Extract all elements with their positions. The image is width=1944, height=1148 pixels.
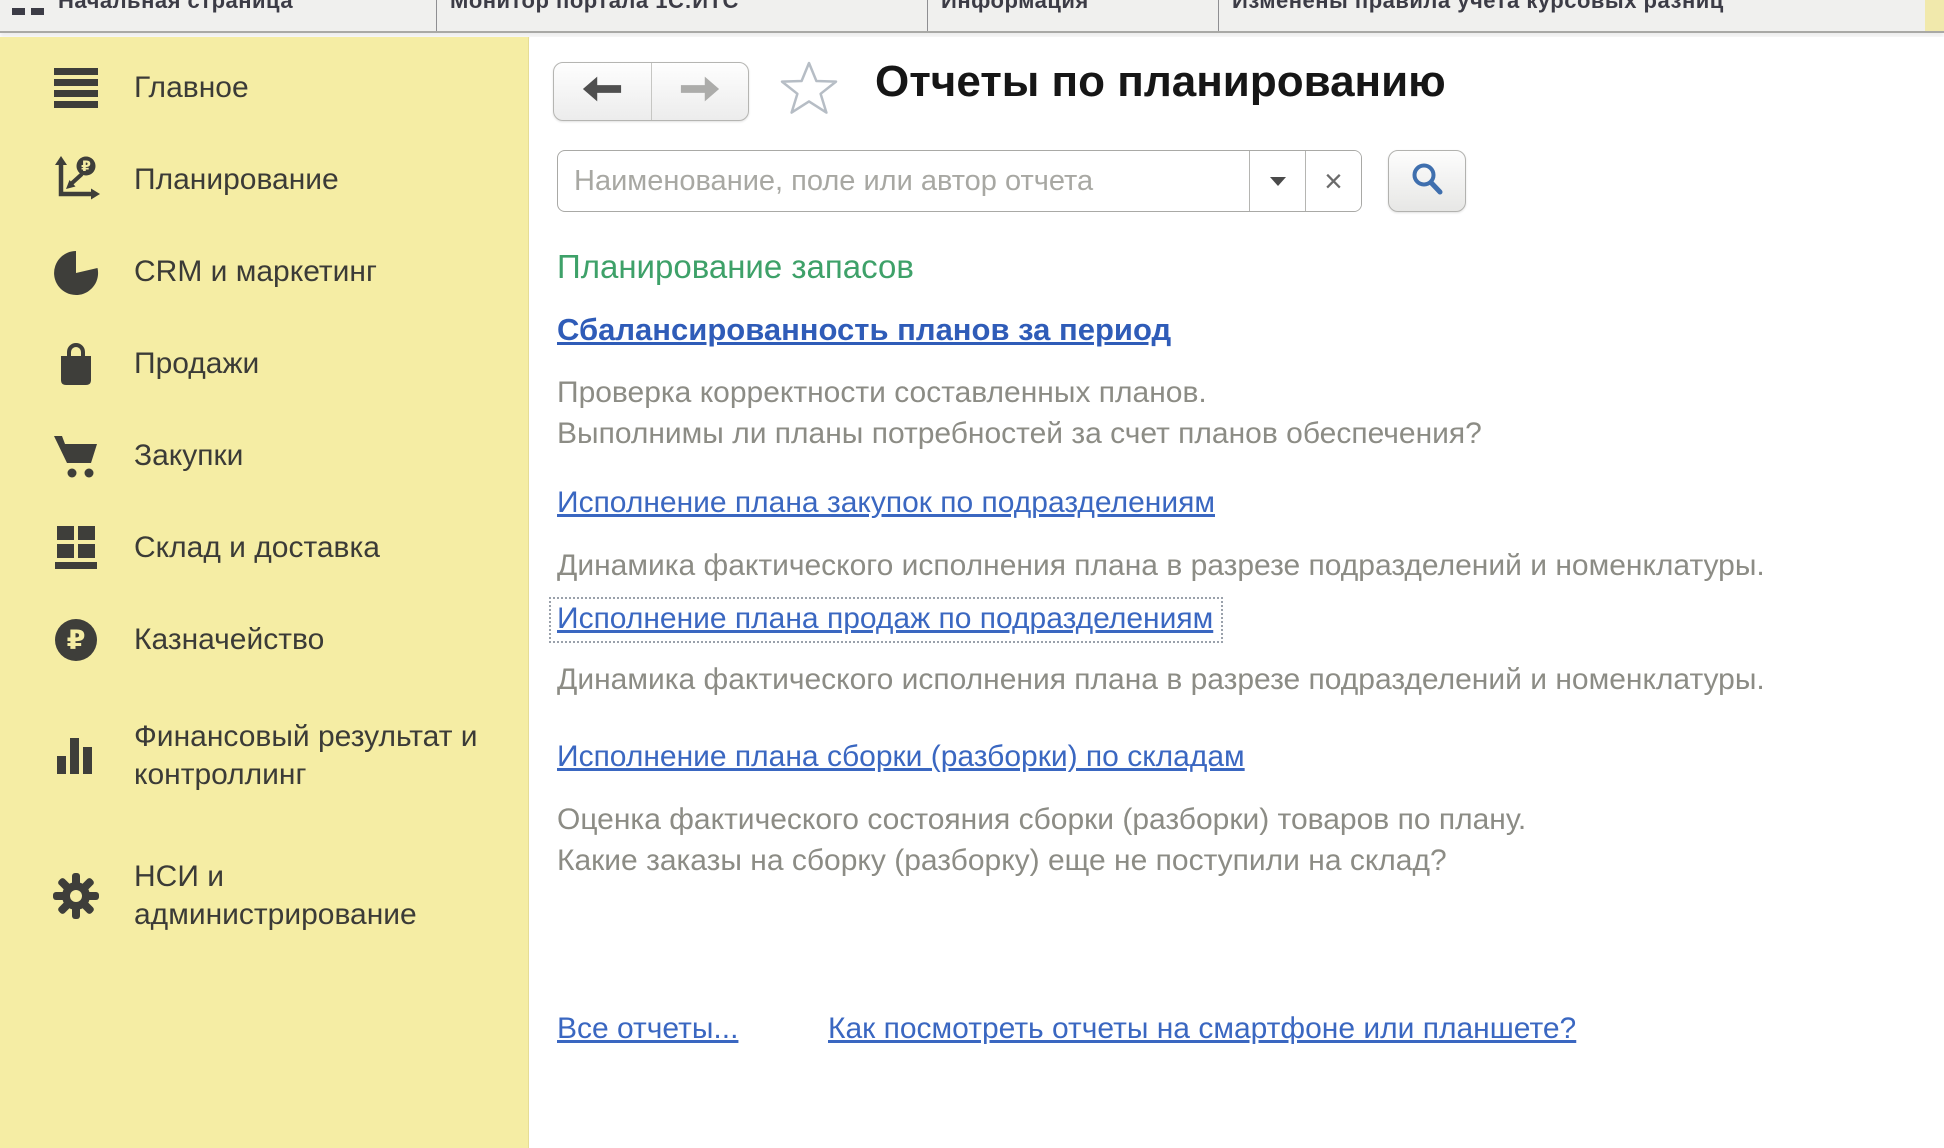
search-dropdown-button[interactable] [1249,151,1305,211]
section-title: Планирование запасов [557,248,914,286]
sidebar-item-label: Казначейство [134,621,324,659]
finance-bars-icon [50,732,102,780]
tab-label: Информация [941,0,1089,14]
footer-links: Все отчеты... Как посмотреть отчеты на с… [557,1012,738,1046]
gear-icon [50,872,102,920]
sidebar-item-planning[interactable]: ₽ Планирование [0,134,528,226]
sidebar-item-treasury[interactable]: ₽ Казначейство [0,594,528,686]
app-window: Начальная страница Монитор портала 1С:ИТ… [0,0,1944,1148]
main-area: Отчеты по планированию × Планирование за… [530,37,1944,1148]
report-link-assembly-plan-execution[interactable]: Исполнение плана сборки (разборки) по ск… [557,740,1245,774]
tab-home[interactable]: Начальная страница [0,0,437,31]
history-nav [553,62,749,121]
back-button[interactable] [554,63,652,120]
sidebar-item-warehouse[interactable]: Склад и доставка [0,502,528,594]
report-description: Оценка фактического состояния сборки (ра… [557,799,1526,881]
purchases-cart-icon [50,432,102,480]
sidebar-item-label: НСИ и администрирование [134,858,417,934]
sidebar-item-administration[interactable]: НСИ и администрирование [0,826,528,966]
report-description: Динамика фактического исполнения плана в… [557,659,1765,700]
report-link-purchase-plan-execution[interactable]: Исполнение плана закупок по подразделени… [557,486,1215,520]
report-description: Динамика фактического исполнения плана в… [557,545,1765,586]
report-link-balance-of-plans[interactable]: Сбалансированность планов за период [557,312,1171,348]
crm-pie-icon [50,248,102,296]
menu-icon [50,64,102,112]
sidebar-item-label: Финансовый результат и контроллинг [134,718,478,794]
app-logo-icon [12,2,52,10]
tab-information[interactable]: Информация [927,0,1219,31]
close-icon: × [1324,165,1343,197]
svg-text:₽: ₽ [81,159,91,175]
search-button[interactable] [1388,150,1466,212]
sidebar-item-label: Продажи [134,345,259,383]
taskbar: Начальная страница Монитор портала 1С:ИТ… [0,0,1944,33]
arrow-left-icon [581,74,623,109]
sidebar: Главное ₽ Планирование [0,37,529,1148]
sales-bag-icon [50,340,102,388]
report-description: Проверка корректности составленных плано… [557,372,1482,454]
sidebar-item-finance[interactable]: Финансовый результат и контроллинг [0,686,528,826]
tab-partial[interactable] [1925,0,1944,31]
magnifier-icon [1409,161,1445,202]
sidebar-item-label: Закупки [134,437,243,475]
sidebar-item-label: CRM и маркетинг [134,253,377,291]
sidebar-item-label: Планирование [134,161,339,199]
sidebar-item-purchases[interactable]: Закупки [0,410,528,502]
tab-label: Изменены правила учета курсовых разниц [1232,0,1724,14]
sidebar-item-label: Склад и доставка [134,529,380,567]
sidebar-item-crm[interactable]: CRM и маркетинг [0,226,528,318]
treasury-ruble-icon: ₽ [50,616,102,664]
all-reports-link[interactable]: Все отчеты... [557,1012,738,1045]
how-to-view-on-mobile-link[interactable]: Как посмотреть отчеты на смартфоне или п… [828,1012,1576,1046]
tab-its-monitor[interactable]: Монитор портала 1С:ИТС [436,0,928,31]
sidebar-item-label: Главное [134,69,249,107]
arrow-right-icon [679,74,721,109]
tab-currency-rules[interactable]: Изменены правила учета курсовых разниц [1218,0,1926,31]
tab-label: Начальная страница [58,0,293,14]
planning-icon: ₽ [50,156,102,204]
report-search-combo: × [557,150,1362,212]
chevron-down-icon [1270,177,1286,186]
tab-label: Монитор портала 1С:ИТС [450,0,739,14]
search-input[interactable] [558,151,1249,211]
sidebar-item-main[interactable]: Главное [0,42,528,134]
favorite-star-icon[interactable] [779,60,839,118]
page-title: Отчеты по планированию [875,57,1446,107]
report-link-sales-plan-execution-focused[interactable]: Исполнение плана продаж по подразделения… [549,597,1223,643]
svg-text:₽: ₽ [67,625,86,656]
sidebar-item-sales[interactable]: Продажи [0,318,528,410]
forward-button[interactable] [652,63,749,120]
search-clear-button[interactable]: × [1305,151,1361,211]
warehouse-icon [50,524,102,572]
